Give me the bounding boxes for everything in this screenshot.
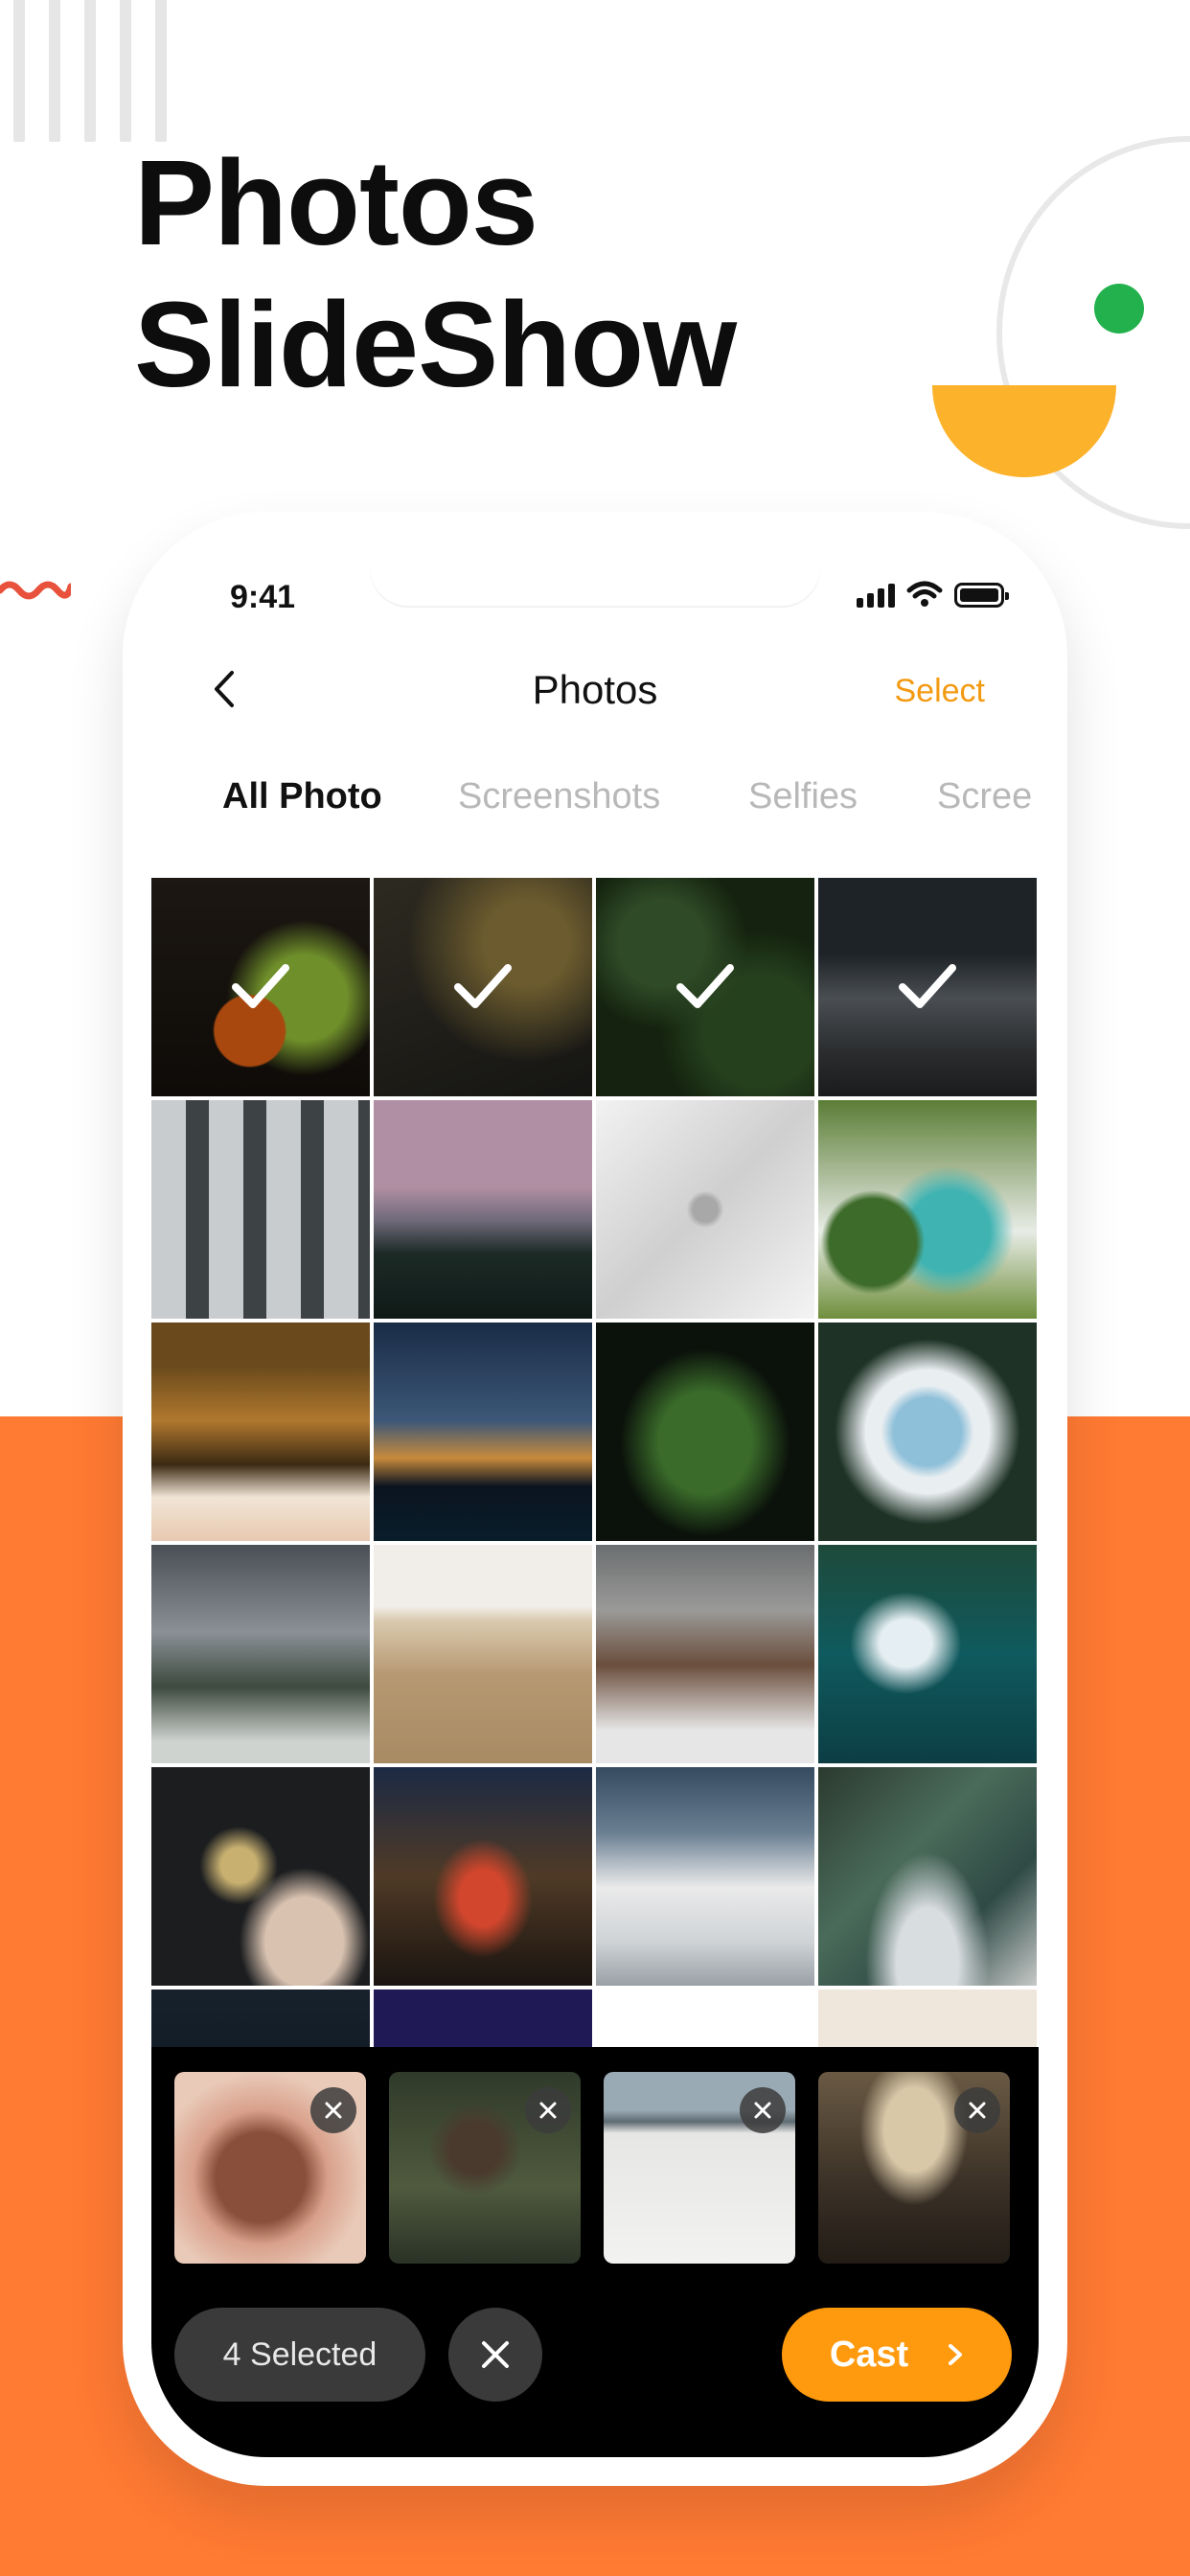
selected-thumb[interactable]	[174, 2072, 366, 2264]
photo-thumb[interactable]	[374, 1990, 592, 2047]
selected-thumb[interactable]	[389, 2072, 581, 2264]
photo-thumb[interactable]	[151, 1322, 370, 1541]
chevron-right-icon	[949, 2344, 963, 2365]
wifi-icon	[906, 581, 943, 607]
photo-thumb[interactable]	[818, 1100, 1037, 1319]
tab-all-photo[interactable]: All Photo	[222, 776, 382, 817]
tab-screenshots-more[interactable]: Scree	[937, 776, 1032, 817]
selected-count-pill[interactable]: 4 Selected	[174, 2308, 425, 2402]
checkmark-icon	[454, 964, 512, 1008]
signal-icon	[857, 584, 895, 608]
battery-icon	[954, 583, 1009, 608]
photo-thumb[interactable]	[374, 1767, 592, 1986]
photo-thumb[interactable]	[374, 878, 592, 1096]
photo-thumb[interactable]	[596, 1990, 814, 2047]
photo-thumb[interactable]	[818, 1545, 1037, 1763]
phone-screen: 9:41 Photos Select All Photo Screenshots…	[151, 540, 1039, 2457]
cast-label: Cast	[829, 2334, 909, 2375]
selected-thumb[interactable]	[604, 2072, 795, 2264]
photo-tabs: All Photo Screenshots Selfies Scree	[151, 776, 1039, 834]
decorative-green-dot	[1094, 284, 1144, 334]
close-icon	[482, 2341, 509, 2368]
tab-selfies[interactable]: Selfies	[748, 776, 858, 817]
photo-thumb[interactable]	[151, 1767, 370, 1986]
photo-thumb[interactable]	[818, 1767, 1037, 1986]
remove-icon[interactable]	[310, 2087, 356, 2133]
photo-thumb[interactable]	[151, 1100, 370, 1319]
photo-thumb[interactable]	[374, 1545, 592, 1763]
photo-thumb[interactable]	[374, 1100, 592, 1319]
checkmark-icon	[899, 964, 956, 1008]
remove-icon[interactable]	[954, 2087, 1000, 2133]
photo-thumb[interactable]	[596, 878, 814, 1096]
photo-thumb[interactable]	[818, 1322, 1037, 1541]
promo-canvas: Photos SlideShow 9:41 Photos Select All …	[0, 0, 1190, 2576]
selected-thumb[interactable]	[818, 2072, 1010, 2264]
decorative-stripes	[13, 0, 167, 142]
headline-line-2: SlideShow	[134, 277, 737, 412]
photo-grid	[151, 878, 1039, 2047]
select-button[interactable]: Select	[895, 673, 986, 710]
checkmark-icon	[676, 964, 734, 1008]
clear-selection-button[interactable]	[448, 2308, 542, 2402]
selection-tray: 4 Selected Cast	[151, 2047, 1039, 2457]
photo-thumb[interactable]	[596, 1100, 814, 1319]
photo-thumb[interactable]	[596, 1545, 814, 1763]
photo-thumb[interactable]	[374, 1322, 592, 1541]
photo-thumb[interactable]	[151, 878, 370, 1096]
phone-notch	[370, 540, 820, 606]
photo-thumb[interactable]	[818, 878, 1037, 1096]
photo-thumb[interactable]	[151, 1990, 370, 2047]
decorative-squiggle	[0, 581, 71, 600]
status-icons	[857, 581, 1009, 608]
cast-button[interactable]: Cast	[782, 2308, 1012, 2402]
photo-thumb[interactable]	[596, 1322, 814, 1541]
tab-screenshots[interactable]: Screenshots	[458, 776, 660, 817]
headline: Photos SlideShow	[134, 132, 862, 416]
photo-thumb[interactable]	[151, 1545, 370, 1763]
checkmark-icon	[232, 964, 289, 1008]
remove-icon[interactable]	[740, 2087, 786, 2133]
status-time: 9:41	[230, 579, 296, 615]
phone-mockup: 9:41 Photos Select All Photo Screenshots…	[123, 512, 1067, 2486]
remove-icon[interactable]	[525, 2087, 571, 2133]
photo-thumb[interactable]	[596, 1767, 814, 1986]
photo-thumb[interactable]	[818, 1990, 1037, 2047]
headline-line-1: Photos	[134, 135, 538, 270]
